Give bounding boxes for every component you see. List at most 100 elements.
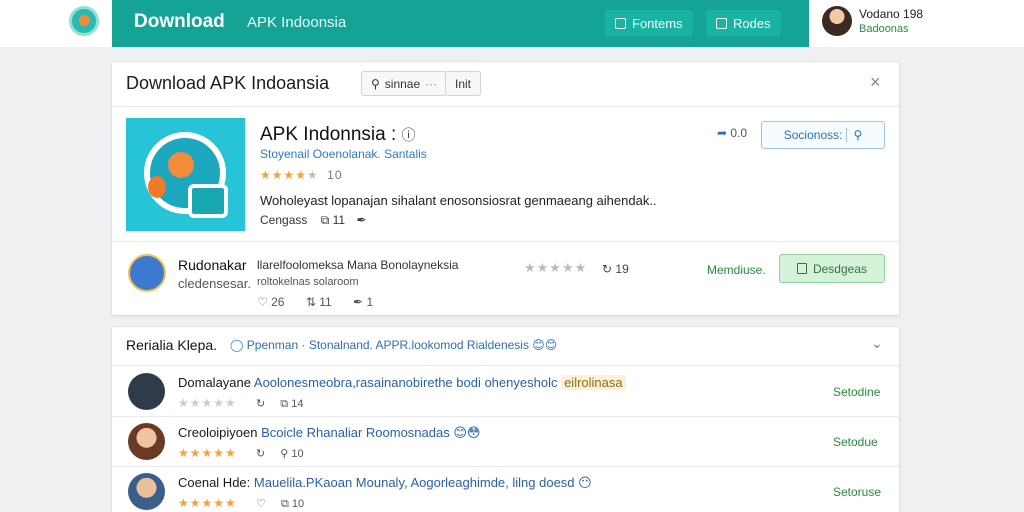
share-arrow-icon[interactable]: ➦	[717, 126, 727, 140]
reviewer-name[interactable]: Coenal Hde:	[178, 475, 250, 490]
share-label: Socionoss:	[783, 128, 843, 142]
developer-actions: ♡ 26 ⇅ 11 ✒ 1	[257, 295, 373, 309]
like-icon[interactable]: ♡	[257, 295, 268, 309]
review-text: Coenal Hde: Mauelila.PKaoan Mounaly, Aog…	[178, 475, 592, 491]
review-stars: ★★★★★	[178, 396, 237, 410]
emoji-icon: 😶	[578, 475, 592, 490]
review-text: Domalayane Aoolonesmeobra,rasainanobiret…	[178, 375, 626, 390]
divider	[112, 365, 899, 366]
repost-icon[interactable]: ⇅	[306, 295, 316, 309]
repost-icon[interactable]: ↻	[256, 398, 265, 410]
review-body: Mauelila.PKaoan Mounaly, Aogorleaghimde,…	[253, 475, 575, 490]
share-button[interactable]: Socionoss: ⚲	[761, 121, 885, 149]
developer-tags-sub: roltokelnas solaroom	[257, 276, 359, 288]
search-icon[interactable]: ⚲	[280, 448, 288, 460]
review-row: Creoloipiyoen Bcoicle Rhanaliar Roomosna…	[112, 417, 899, 467]
developer-avatar[interactable]	[128, 254, 166, 292]
search-icon: ⚲	[371, 76, 380, 91]
header-button-label: Fontems	[632, 15, 683, 31]
pill-label: Init	[455, 76, 472, 91]
sync-icon: ↻	[602, 262, 613, 276]
repost-icon[interactable]: ↻	[256, 448, 265, 460]
review-count: 10	[291, 448, 304, 460]
filter-icon: ◯	[230, 338, 244, 352]
extra-count: 11	[332, 213, 346, 227]
close-icon[interactable]: ×	[870, 72, 881, 93]
developer-action-button[interactable]: Desdgeas	[779, 254, 885, 283]
comments-count: 1	[366, 295, 374, 309]
share-count-value: 0.0	[730, 126, 748, 140]
app-image	[126, 118, 245, 231]
rating-stars: ★★★★	[260, 168, 308, 182]
review-body: Aoolonesmeobra,rasainanobirethe bodi ohe…	[253, 375, 558, 390]
document-icon	[796, 263, 807, 274]
divider	[112, 106, 899, 107]
user-name: Vodano 198	[859, 7, 924, 21]
likes-count: 26	[271, 295, 285, 309]
share-count: ➦ 0.0	[717, 126, 747, 140]
grid-icon	[615, 17, 626, 29]
chevron-down-icon[interactable]: ⌄	[871, 335, 883, 352]
app-title-text: APK Indonnsia :	[260, 124, 397, 145]
developer-name[interactable]: Rudonakar	[178, 257, 247, 273]
review-actions: ↻ ⧉ 14	[256, 397, 303, 411]
copy-icon[interactable]: ⧉	[321, 213, 330, 227]
header-button-fontems[interactable]: Fontems	[605, 10, 693, 36]
like-icon[interactable]: ♡	[256, 498, 266, 510]
reviews-heading: Rerialia Klepa.	[126, 337, 218, 353]
developer-rating-stars: ★★★★★	[524, 260, 588, 275]
search-pill-button[interactable]: ⚲ sinnae ···	[361, 71, 448, 96]
reviewer-name[interactable]: Creoloipiyoen	[178, 425, 258, 440]
review-text: Creoloipiyoen Bcoicle Rhanaliar Roomosna…	[178, 425, 480, 441]
review-row: Domalayane Aoolonesmeobra,rasainanobiret…	[112, 367, 899, 417]
review-actions: ↻ ⚲ 10	[256, 447, 304, 460]
comment-icon[interactable]: ✒	[356, 213, 366, 227]
brand-title[interactable]: Download	[134, 11, 225, 33]
developer-count-value: 19	[615, 262, 629, 276]
reviewer-avatar[interactable]	[128, 373, 165, 410]
app-rating: ★★★★★ 10	[260, 168, 343, 182]
review-action-link[interactable]: Setodue	[833, 435, 878, 449]
review-row: Coenal Hde: Mauelila.PKaoan Mounaly, Aog…	[112, 467, 899, 512]
app-title: APK Indonnsia : ⓘ	[260, 124, 416, 146]
review-action-link[interactable]: Setodine	[833, 385, 880, 399]
reviews-card: Rerialia Klepa. ◯ Ppenman · Stonalnand. …	[111, 326, 900, 512]
app-detail-card: Download APK Indoansia ⚲ sinnae ··· Init…	[111, 61, 900, 316]
user-avatar[interactable]	[822, 6, 852, 36]
emoji-icon: 😊😳	[453, 425, 481, 440]
developer-subtitle: cledensesar.	[178, 276, 251, 291]
copy-icon[interactable]: ⧉	[280, 398, 288, 410]
copy-icon[interactable]: ⧉	[281, 498, 289, 510]
developer-link[interactable]: Memdiuse.	[707, 263, 766, 277]
app-extra-row: Cengass ⧉ 11 ✒	[260, 213, 367, 228]
app-logo-icon[interactable]	[69, 6, 99, 36]
link-badge-icon	[188, 184, 228, 218]
search-icon: ⚲	[846, 128, 862, 142]
emoji-icon: 😊😊	[532, 338, 558, 352]
rating-count: 10	[327, 168, 343, 182]
header-button-rodes[interactable]: Rodes	[706, 10, 781, 36]
fruit-icon	[148, 176, 166, 198]
review-stars: ★★★★★	[178, 446, 237, 460]
reviews-filter-text: Ppenman · Stonalnand. APPR.lookomod Rial…	[246, 338, 529, 352]
comment-icon[interactable]: ✒	[353, 295, 363, 309]
init-button[interactable]: Init	[445, 71, 482, 96]
reviewer-avatar[interactable]	[128, 423, 165, 460]
user-subtitle: Badoonas	[859, 23, 909, 35]
dialog-title: Download APK Indoansia	[126, 73, 330, 93]
pill-label: sinnae	[384, 76, 421, 91]
info-icon[interactable]: ⓘ	[402, 127, 416, 143]
developer-tags: llarelfoolomeksa Mana Bonolayneksia	[257, 258, 459, 272]
reviews-filters[interactable]: ◯ Ppenman · Stonalnand. APPR.lookomod Ri…	[230, 338, 557, 352]
review-body: Bcoicle Rhanaliar Roomosnadas	[261, 425, 450, 440]
nav-link-apk[interactable]: APK Indoonsia	[247, 14, 346, 31]
extra-label: Cengass	[260, 213, 308, 227]
reviewer-name[interactable]: Domalayane	[178, 375, 251, 390]
button-label: Desdgeas	[812, 261, 868, 276]
reviewer-avatar[interactable]	[128, 473, 165, 510]
top-bar: Download APK Indoonsia Fontems Rodes Vod…	[0, 0, 1024, 47]
app-meta[interactable]: Stoyenail Ooenolanak. Santalis	[260, 147, 427, 161]
review-action-link[interactable]: Setoruse	[833, 485, 881, 499]
review-tag: eilrolinasa	[561, 375, 626, 390]
folder-icon	[716, 17, 727, 29]
